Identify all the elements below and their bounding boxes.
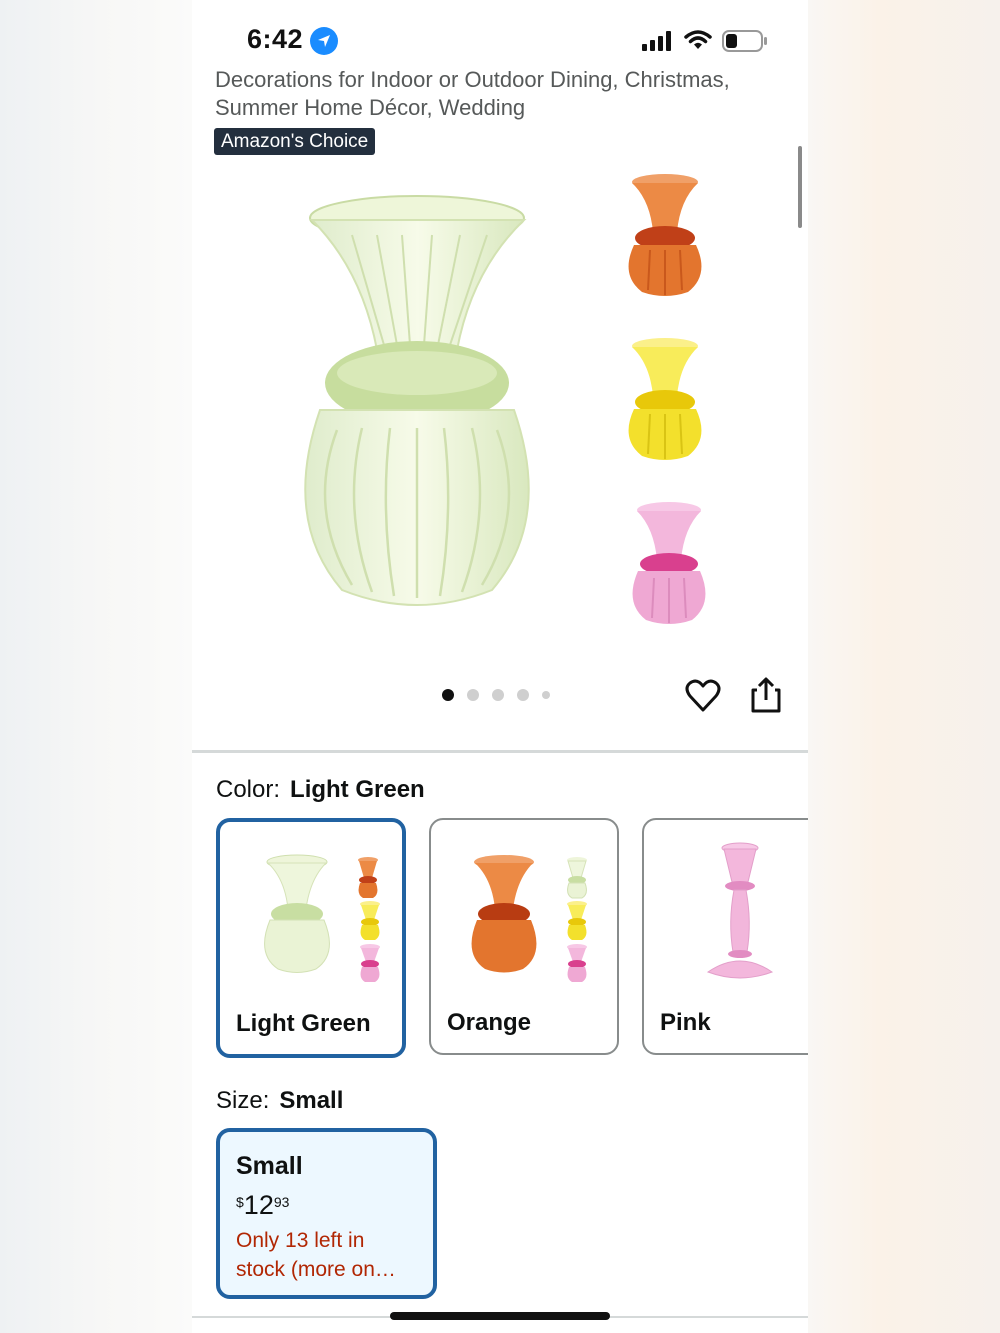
stock-warning-line: Only 13 left in [236,1229,365,1252]
carousel-dot[interactable] [467,689,479,701]
status-bar: 6:42 [192,0,808,70]
battery-icon [722,30,767,52]
product-main-image[interactable] [282,190,532,610]
image-carousel-dots[interactable] [442,688,550,702]
color-option-light-green[interactable]: Light Green [216,818,406,1058]
selected-color-value: Light Green [290,776,425,803]
carousel-dot[interactable] [517,689,529,701]
size-label-row: Size: Small [216,1087,343,1115]
product-title[interactable]: Decorations for Indoor or Outdoor Dining… [215,66,775,122]
color-option-label: Light Green [236,1010,371,1037]
carousel-dot[interactable] [442,689,454,701]
cellular-signal-icon [642,31,671,51]
color-option-label: Pink [660,1009,711,1036]
selected-size-value: Small [279,1087,344,1114]
scrollbar[interactable] [798,146,802,228]
heart-icon[interactable] [685,678,721,714]
color-option-orange[interactable]: Orange [429,818,619,1055]
yellow-variant-thumbnail[interactable] [620,334,710,464]
share-icon[interactable] [750,676,782,714]
status-time: 6:42 [247,24,304,54]
price-currency: $ [236,1194,244,1210]
color-label-row: Color: Light Green [216,776,425,804]
color-option-pink[interactable]: Pink [642,818,808,1055]
pink-variant-thumbnail[interactable] [624,498,714,628]
size-option-small[interactable]: Small $1293 Only 13 left in stock (more … [216,1128,437,1299]
price-fraction: 93 [273,1194,290,1210]
phone-screen: 6:42 Decorations for Indoor or Outdoor D… [192,0,808,1333]
section-divider [192,750,808,753]
light-green-swatch-image [264,854,380,982]
carousel-dot[interactable] [542,691,550,699]
location-arrow-icon [310,27,338,55]
color-label: Color: [216,776,281,803]
product-title-line: Decorations for Indoor or Outdoor Dining… [215,67,730,92]
carousel-dot[interactable] [492,689,504,701]
price-whole: 12 [243,1190,274,1220]
price: $1293 [236,1190,289,1221]
orange-variant-thumbnail[interactable] [620,170,710,300]
home-indicator[interactable] [390,1312,610,1320]
wifi-icon [684,30,712,49]
product-title-line: Summer Home Décor, Wedding [215,95,526,120]
color-option-label: Orange [447,1009,532,1036]
stock-warning: Only 13 left in stock (more on… [236,1226,426,1284]
pink-swatch-image [706,842,774,979]
size-label: Size: [216,1087,270,1114]
stock-warning-line: stock (more on… [236,1258,396,1281]
orange-swatch-image [471,855,587,982]
size-option-name: Small [236,1152,303,1180]
amazons-choice-badge[interactable]: Amazon's Choice [214,128,376,155]
